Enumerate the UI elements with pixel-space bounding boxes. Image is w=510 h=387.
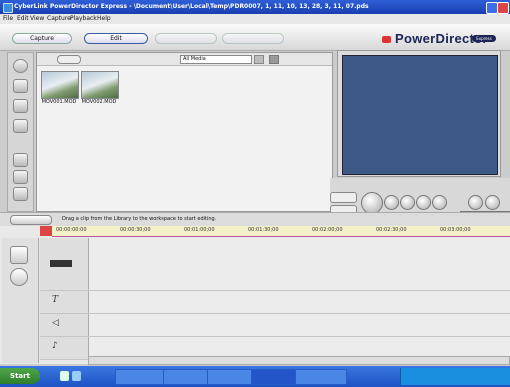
ruler-tick: 00:03:00;00 — [440, 227, 471, 233]
preview-panel — [337, 50, 501, 177]
cyberlink-logo-icon — [382, 36, 391, 43]
music-track-header: ♪ — [40, 337, 89, 359]
library-toolbar: All Media — [37, 53, 332, 66]
quick-launch-icon[interactable] — [72, 371, 81, 381]
import-button[interactable] — [57, 55, 81, 64]
timeline-menu-button[interactable] — [10, 215, 52, 225]
library-rail — [7, 52, 34, 212]
preview-screen — [342, 55, 498, 175]
magic-tools-icon[interactable] — [13, 170, 28, 184]
clip-mode-button[interactable] — [330, 192, 357, 203]
window-title: CyberLink PowerDirector Express - \Docum… — [14, 3, 369, 10]
stop-button[interactable] — [384, 195, 399, 210]
edit-button[interactable]: Edit — [84, 33, 148, 44]
effect-library-icon[interactable] — [13, 79, 28, 93]
taskbar: Start — [0, 366, 510, 387]
app-icon — [3, 3, 13, 13]
audio-mix-icon[interactable] — [13, 153, 28, 167]
hint-text: Drag a clip from the Library to the work… — [62, 216, 217, 222]
timeline-tools — [2, 238, 39, 363]
menu-view[interactable]: View — [30, 15, 44, 23]
video-track-icon — [50, 260, 72, 267]
pip-library-icon[interactable] — [13, 99, 28, 113]
voice-track-icon: ◁ — [52, 318, 59, 328]
timeline: 00:00:00:00 00:00:30;00 00:01:00;00 00:0… — [0, 226, 510, 364]
mode-button-4[interactable] — [222, 33, 284, 44]
view-toggle-icon[interactable] — [254, 55, 264, 64]
magic-wand-icon[interactable] — [10, 246, 28, 264]
voice-track[interactable]: ◁ — [40, 314, 510, 337]
timeline-scrollbar[interactable] — [88, 356, 510, 365]
brand-badge: Express — [472, 35, 496, 42]
menu-file[interactable]: File — [3, 15, 13, 23]
menu-help[interactable]: Help — [97, 15, 111, 23]
title-library-icon[interactable] — [13, 119, 28, 133]
ruler-tick: 00:01:00;00 — [184, 227, 215, 233]
ruler-tick: 00:00:30;00 — [120, 227, 151, 233]
title-track[interactable]: T — [40, 291, 510, 314]
title-track-header: T — [40, 291, 89, 313]
info-bar: Drag a clip from the Library to the work… — [0, 212, 510, 227]
close-button[interactable] — [497, 2, 509, 14]
menu-edit[interactable]: Edit — [17, 15, 29, 23]
start-button[interactable]: Start — [0, 368, 40, 384]
ruler-tick: 00:00:00:00 — [56, 227, 87, 233]
audio-tool-icon[interactable] — [10, 268, 28, 286]
voice-track-header: ◁ — [40, 314, 89, 336]
ruler-tick: 00:02:30;00 — [376, 227, 407, 233]
menu-playback[interactable]: Playback — [70, 15, 97, 23]
ruler-tick: 00:01:30;00 — [248, 227, 279, 233]
media-thumbnail[interactable] — [81, 71, 119, 99]
music-track-icon: ♪ — [52, 341, 58, 351]
quick-launch-icon[interactable] — [60, 371, 69, 381]
language-bar[interactable] — [340, 371, 390, 381]
menu-bar: File Edit View Capture Playback Help — [0, 14, 510, 24]
sort-icon[interactable] — [269, 55, 279, 64]
system-tray — [400, 368, 510, 385]
play-button[interactable] — [361, 192, 383, 214]
next-frame-button[interactable] — [416, 195, 431, 210]
previous-frame-button[interactable] — [400, 195, 415, 210]
media-library-icon[interactable] — [13, 59, 28, 73]
chapter-icon[interactable] — [13, 187, 28, 201]
video-track[interactable] — [40, 238, 510, 291]
fast-forward-button[interactable] — [432, 195, 447, 210]
mode-bar: Capture Edit PowerDirector Express — [0, 24, 510, 51]
media-library: All Media MOV001.MOD MOV002.MOD — [36, 52, 333, 212]
media-thumbnail[interactable] — [41, 71, 79, 99]
media-filename: MOV002.MOD — [81, 99, 117, 105]
video-track-header — [40, 238, 89, 290]
ruler-tick: 00:02:00;00 — [312, 227, 343, 233]
snapshot-button[interactable] — [468, 195, 483, 210]
media-filter-dropdown[interactable]: All Media — [180, 55, 252, 64]
title-track-icon: T — [52, 295, 59, 305]
capture-button[interactable]: Capture — [12, 33, 72, 44]
mode-button-3[interactable] — [155, 33, 217, 44]
title-bar: CyberLink PowerDirector Express - \Docum… — [0, 0, 510, 14]
timeline-ruler[interactable]: 00:00:00:00 00:00:30;00 00:01:00;00 00:0… — [52, 226, 510, 237]
volume-button[interactable] — [485, 195, 500, 210]
menu-capture[interactable]: Capture — [47, 15, 71, 23]
media-filename: MOV001.MOD — [41, 99, 77, 105]
